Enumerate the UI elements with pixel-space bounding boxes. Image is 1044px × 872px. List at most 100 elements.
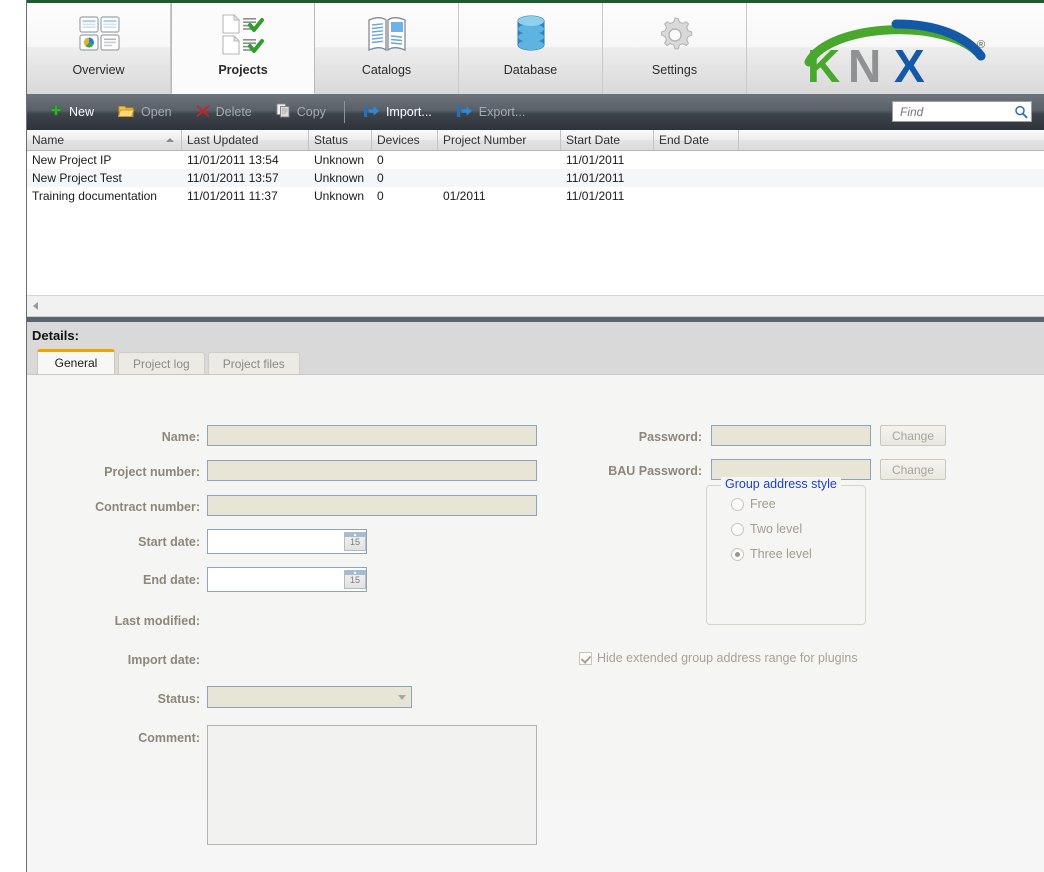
tab-general[interactable]: General — [37, 349, 115, 374]
tab-project-files-label: Project files — [222, 356, 285, 371]
svg-text:K: K — [807, 40, 840, 88]
grid-column-last-updated[interactable]: Last Updated — [182, 130, 309, 150]
ribbon-tab-overview[interactable]: Overview — [27, 3, 171, 94]
find-box[interactable] — [892, 101, 1032, 122]
end-date-picker-button[interactable]: 15 — [344, 570, 366, 589]
name-label: Name: — [161, 430, 200, 444]
main-navigation-ribbon: Overview Projects Catalogs Database Sett… — [27, 0, 1044, 94]
grid-column-start-date[interactable]: Start Date — [561, 130, 654, 150]
start-date-field[interactable]: 15 — [207, 529, 367, 554]
scroll-left-arrow-icon[interactable] — [33, 302, 38, 310]
ribbon-tab-catalogs-label: Catalogs — [361, 63, 412, 77]
import-date-label: Import date: — [127, 653, 200, 667]
ribbon-tab-settings[interactable]: Settings — [603, 3, 747, 94]
start-date-picker-button[interactable]: 15 — [344, 532, 366, 551]
database-cylinder-icon — [511, 3, 551, 61]
radio-two-level-label: Two level — [750, 522, 803, 536]
search-input[interactable] — [898, 102, 1010, 121]
import-project-button[interactable]: Import... — [351, 99, 444, 125]
details-tab-strip: General Project log Project files — [27, 348, 1044, 374]
ribbon-tab-overview-label: Overview — [72, 63, 125, 77]
grid-column-name-label: Name — [32, 133, 65, 147]
bau-password-label: BAU Password: — [608, 464, 702, 478]
knx-logo-area: K N X ® — [747, 3, 1044, 94]
export-project-label: Export... — [478, 105, 526, 119]
new-project-label: New — [69, 105, 95, 119]
knx-logo: K N X ® — [801, 16, 991, 88]
ribbon-tab-projects[interactable]: Projects — [171, 3, 315, 94]
status-dropdown[interactable] — [207, 686, 412, 708]
left-gutter — [0, 0, 26, 872]
project-number-label: Project number: — [104, 465, 200, 479]
contract-number-field[interactable] — [207, 495, 537, 516]
grid-column-name[interactable]: Name — [27, 130, 182, 150]
import-arrow-icon — [363, 104, 380, 121]
change-bau-password-button[interactable]: Change — [880, 459, 946, 480]
tab-project-log[interactable]: Project log — [118, 352, 205, 374]
table-row[interactable]: New Project Test 11/01/2011 13:57 Unknow… — [27, 169, 1044, 187]
project-number-field[interactable] — [207, 460, 537, 481]
grid-column-end-date[interactable]: End Date — [654, 130, 739, 150]
details-area: General Project log Project files Name: … — [27, 348, 1044, 845]
export-arrow-icon — [456, 104, 473, 121]
grid-column-devices-label: Devices — [377, 133, 420, 147]
grid-column-status[interactable]: Status — [309, 130, 372, 150]
general-tab-panel: Name: Project number: Contract number: S… — [27, 374, 1044, 845]
new-project-button[interactable]: New — [37, 99, 106, 125]
radio-three-level-indicator — [731, 547, 744, 561]
comment-textarea[interactable] — [207, 725, 537, 845]
catalogs-book-icon — [364, 3, 410, 61]
grid-column-project-number[interactable]: Project Number — [438, 130, 561, 150]
open-project-button[interactable]: Open — [106, 99, 184, 125]
cell-start-date: 11/01/2011 — [566, 171, 625, 185]
tab-project-files[interactable]: Project files — [207, 352, 300, 374]
grid-header-row: Name Last Updated Status Devices Project… — [27, 130, 1044, 151]
radio-free-label: Free — [750, 497, 776, 511]
grid-horizontal-scrollbar[interactable] — [27, 295, 1044, 316]
last-modified-label: Last modified: — [114, 614, 200, 628]
group-address-style-legend: Group address style — [721, 477, 841, 491]
radio-three-level[interactable]: Three level — [731, 547, 865, 561]
name-field[interactable] — [207, 425, 537, 446]
copy-pages-icon — [276, 103, 291, 121]
toolbar-separator — [343, 101, 345, 123]
open-project-label: Open — [141, 105, 172, 119]
radio-free[interactable]: Free — [731, 497, 865, 511]
contract-number-label: Contract number: — [95, 500, 200, 514]
radio-free-indicator — [731, 497, 744, 511]
password-field[interactable] — [711, 425, 871, 446]
cell-status: Unknown — [314, 153, 365, 167]
change-password-button[interactable]: Change — [880, 425, 946, 446]
plus-icon — [49, 104, 63, 121]
grid-column-project-number-label: Project Number — [443, 133, 527, 147]
cell-name: New Project IP — [32, 153, 112, 167]
chevron-down-icon[interactable] — [393, 687, 411, 707]
table-row[interactable]: Training documentation 11/01/2011 11:37 … — [27, 187, 1044, 205]
projects-grid: Name Last Updated Status Devices Project… — [27, 130, 1044, 317]
ribbon-tab-catalogs[interactable]: Catalogs — [315, 3, 459, 94]
table-row[interactable]: New Project IP 11/01/2011 13:54 Unknown … — [27, 151, 1044, 169]
ribbon-tab-database-label: Database — [503, 63, 558, 77]
copy-project-button[interactable]: Copy — [264, 99, 338, 125]
magnifier-icon[interactable] — [1010, 105, 1031, 119]
calendar-icon — [345, 533, 365, 537]
radio-two-level-indicator — [731, 522, 744, 536]
ribbon-tab-database[interactable]: Database — [459, 3, 603, 94]
end-date-field[interactable]: 15 — [207, 567, 367, 592]
folder-open-icon — [117, 104, 135, 121]
end-date-day: 15 — [349, 575, 360, 585]
grid-column-devices[interactable]: Devices — [372, 130, 438, 150]
delete-project-button[interactable]: Delete — [184, 99, 264, 125]
delete-project-label: Delete — [215, 105, 252, 119]
cell-devices: 0 — [377, 171, 384, 185]
hide-extended-range-checkbox[interactable]: Hide extended group address range for pl… — [579, 651, 858, 665]
ribbon-tab-settings-label: Settings — [651, 63, 698, 77]
cell-last-updated: 11/01/2011 13:57 — [187, 171, 279, 185]
export-project-button[interactable]: Export... — [444, 99, 538, 125]
settings-gear-icon — [654, 3, 696, 61]
import-project-label: Import... — [385, 105, 432, 119]
group-address-style-groupbox: Group address style Free Two level Three… — [706, 477, 866, 625]
password-label: Password: — [638, 430, 702, 444]
ribbon-tab-list: Overview Projects Catalogs Database Sett… — [27, 3, 1044, 94]
radio-two-level[interactable]: Two level — [731, 522, 865, 536]
